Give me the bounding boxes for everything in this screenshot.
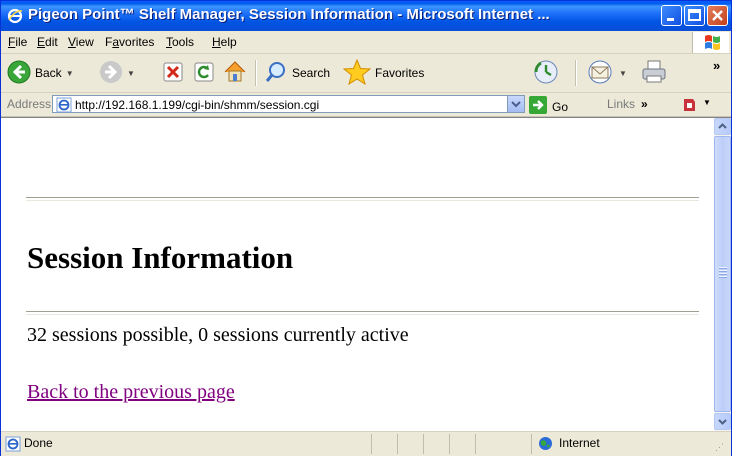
page-done-icon xyxy=(5,436,21,455)
mail-dropdown-icon[interactable]: ▼ xyxy=(619,69,627,78)
search-button[interactable]: Search xyxy=(264,59,330,87)
addon-dropdown-icon[interactable]: ▼ xyxy=(703,98,711,107)
addon-icon[interactable] xyxy=(680,96,698,117)
internet-zone-icon xyxy=(538,436,553,454)
minimize-button[interactable] xyxy=(661,5,682,26)
back-button[interactable]: Back ▼ xyxy=(7,59,74,87)
scroll-thumb[interactable] xyxy=(714,136,731,412)
vertical-scrollbar[interactable] xyxy=(714,117,731,432)
menu-view[interactable]: View xyxy=(68,35,94,49)
search-label: Search xyxy=(292,66,331,80)
windows-logo-icon xyxy=(692,32,729,53)
go-button[interactable]: Go xyxy=(529,96,568,117)
home-button[interactable] xyxy=(222,59,248,87)
address-label: Address xyxy=(7,97,52,111)
back-arrow-icon xyxy=(7,60,31,87)
thumb-grip xyxy=(719,270,727,272)
scroll-down-button[interactable] xyxy=(714,413,731,430)
page-content: Session Information 32 sessions possible… xyxy=(1,117,714,432)
back-to-previous-link[interactable]: Back to the previous page xyxy=(27,381,235,404)
go-arrow-icon xyxy=(529,96,547,117)
menu-favorites[interactable]: Favorites xyxy=(105,35,154,49)
thumb-grip xyxy=(719,273,727,275)
browser-window: Pigeon Point™ Shelf Manager, Session Inf… xyxy=(0,0,732,456)
menu-tools[interactable]: Tools xyxy=(166,35,194,49)
refresh-button[interactable] xyxy=(193,59,215,87)
menu-help[interactable]: Help xyxy=(212,35,237,49)
stop-icon xyxy=(162,61,184,86)
links-button[interactable]: Links» xyxy=(607,97,648,111)
history-icon xyxy=(533,59,559,88)
menu-file[interactable]: File xyxy=(8,35,27,49)
status-cell xyxy=(423,434,449,454)
home-icon xyxy=(222,59,248,88)
toolbar-separator xyxy=(575,60,577,86)
forward-dropdown-icon[interactable]: ▼ xyxy=(127,69,135,78)
favorites-button[interactable]: Favorites xyxy=(342,58,425,88)
window-title: Pigeon Point™ Shelf Manager, Session Inf… xyxy=(28,6,550,23)
page-icon xyxy=(56,97,72,116)
stop-button[interactable] xyxy=(162,59,184,87)
ie-logo-icon xyxy=(7,8,23,24)
status-text: Done xyxy=(24,436,53,450)
address-bar: Address http://192.168.1.199/cgi-bin/shm… xyxy=(1,93,731,117)
title-bar[interactable]: Pigeon Point™ Shelf Manager, Session Inf… xyxy=(1,1,731,31)
favorites-label: Favorites xyxy=(375,66,425,80)
resize-grip[interactable]: ⋰ xyxy=(715,442,724,453)
refresh-icon xyxy=(193,61,215,86)
status-bar: Done Internet ⋰ xyxy=(1,431,731,456)
toolbar-overflow-chevron[interactable]: » xyxy=(713,58,720,73)
mail-button[interactable]: ▼ xyxy=(585,59,627,87)
zone-label: Internet xyxy=(559,436,600,450)
mail-icon xyxy=(585,59,615,88)
menu-edit[interactable]: Edit xyxy=(37,35,58,49)
forward-arrow-icon xyxy=(99,60,123,87)
menu-bar: File Edit View Favorites Tools Help xyxy=(1,31,731,54)
horizontal-rule xyxy=(26,197,699,201)
maximize-button[interactable] xyxy=(684,5,705,26)
go-label: Go xyxy=(552,99,569,114)
scroll-up-button[interactable] xyxy=(714,118,731,135)
printer-icon xyxy=(640,59,668,88)
zone-cell: Internet xyxy=(531,434,712,454)
history-button[interactable] xyxy=(533,59,559,87)
address-url: http://192.168.1.199/cgi-bin/shmm/sessio… xyxy=(75,98,320,112)
status-cell xyxy=(449,434,475,454)
thumb-grip xyxy=(719,276,727,278)
print-button[interactable] xyxy=(640,59,668,87)
search-icon xyxy=(264,60,288,87)
forward-button[interactable]: ▼ xyxy=(99,59,135,87)
toolbar-separator xyxy=(255,60,257,86)
status-cell xyxy=(371,434,397,454)
close-button[interactable] xyxy=(707,5,728,26)
horizontal-rule xyxy=(26,311,699,315)
address-dropdown-icon[interactable] xyxy=(507,96,524,112)
page-heading: Session Information xyxy=(27,240,294,275)
session-summary: 32 sessions possible, 0 sessions current… xyxy=(27,324,409,346)
status-cell xyxy=(397,434,423,454)
thumb-grip xyxy=(719,267,727,269)
back-label: Back xyxy=(35,66,62,80)
back-dropdown-icon[interactable]: ▼ xyxy=(66,69,74,78)
address-input[interactable]: http://192.168.1.199/cgi-bin/shmm/sessio… xyxy=(52,95,525,113)
standard-toolbar: Back ▼ ▼ Search Favorites ▼ » xyxy=(1,54,731,93)
status-cell xyxy=(475,434,531,454)
star-icon xyxy=(342,58,372,88)
